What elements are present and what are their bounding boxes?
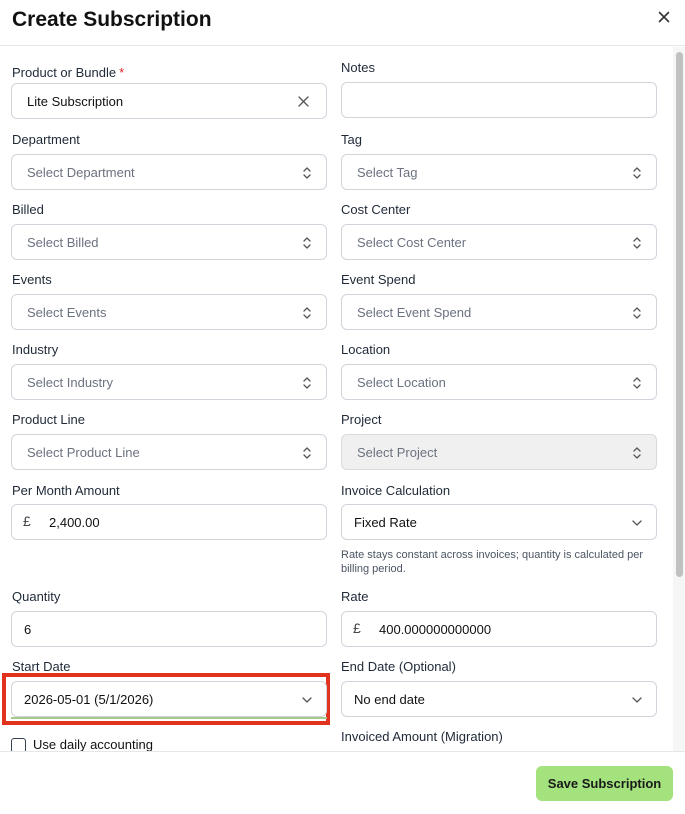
billed-placeholder: Select Billed bbox=[27, 235, 99, 250]
daily-accounting-label: Use daily accounting bbox=[33, 737, 153, 752]
tag-placeholder: Select Tag bbox=[357, 165, 418, 180]
chevron-down-icon bbox=[302, 697, 312, 703]
department-placeholder: Select Department bbox=[27, 165, 135, 180]
focus-underline bbox=[11, 717, 327, 719]
location-label: Location bbox=[341, 342, 391, 357]
required-mark: * bbox=[119, 65, 125, 80]
dialog-header: Create Subscription bbox=[0, 0, 685, 46]
invoice-calculation-hint: Rate stays constant across invoices; qua… bbox=[341, 549, 644, 575]
rate-label: Rate bbox=[341, 589, 369, 604]
product-select[interactable]: Lite Subscription bbox=[11, 83, 327, 119]
chevron-down-icon bbox=[632, 520, 642, 526]
updown-chevron-icon bbox=[303, 237, 311, 249]
location-select[interactable]: Select Location bbox=[341, 364, 657, 400]
event-spend-select[interactable]: Select Event Spend bbox=[341, 294, 657, 330]
cost-center-label: Cost Center bbox=[341, 202, 411, 217]
billed-label: Billed bbox=[12, 202, 44, 217]
location-placeholder: Select Location bbox=[357, 375, 446, 390]
billed-select[interactable]: Select Billed bbox=[11, 224, 327, 260]
updown-chevron-icon bbox=[633, 307, 641, 319]
clear-icon[interactable] bbox=[298, 96, 309, 107]
dialog-title: Create Subscription bbox=[12, 8, 212, 31]
updown-chevron-icon bbox=[303, 447, 311, 459]
invoiced-amount-label: Invoiced Amount (Migration) bbox=[341, 729, 503, 744]
updown-chevron-icon bbox=[633, 237, 641, 249]
industry-label: Industry bbox=[12, 342, 59, 357]
per-month-amount-value: 2,400.00 bbox=[49, 515, 100, 530]
per-month-amount-label: Per Month Amount bbox=[12, 483, 120, 498]
currency-symbol: £ bbox=[353, 620, 361, 636]
close-icon[interactable] bbox=[656, 9, 672, 25]
chevron-down-icon bbox=[632, 697, 642, 703]
updown-chevron-icon bbox=[303, 307, 311, 319]
industry-select[interactable]: Select Industry bbox=[11, 364, 327, 400]
quantity-value: 6 bbox=[24, 622, 32, 637]
event-spend-label: Event Spend bbox=[341, 272, 416, 287]
rate-input[interactable]: £ 400.000000000000 bbox=[341, 611, 657, 647]
start-date-value: 2026-05-01 (5/1/2026) bbox=[24, 692, 154, 707]
notes-label: Notes bbox=[341, 60, 375, 75]
currency-symbol: £ bbox=[23, 513, 31, 529]
tag-label: Tag bbox=[341, 132, 362, 147]
updown-chevron-icon bbox=[633, 167, 641, 179]
cost-center-placeholder: Select Cost Center bbox=[357, 235, 467, 250]
event-spend-placeholder: Select Event Spend bbox=[357, 305, 472, 320]
end-date-label: End Date (Optional) bbox=[341, 659, 456, 674]
updown-chevron-icon bbox=[303, 167, 311, 179]
save-subscription-button[interactable]: Save Subscription bbox=[536, 766, 673, 801]
per-month-amount-input[interactable]: £ 2,400.00 bbox=[11, 504, 327, 540]
events-label: Events bbox=[12, 272, 52, 287]
quantity-label: Quantity bbox=[12, 589, 61, 604]
events-select[interactable]: Select Events bbox=[11, 294, 327, 330]
project-label: Project bbox=[341, 412, 382, 427]
industry-placeholder: Select Industry bbox=[27, 375, 113, 390]
updown-chevron-icon bbox=[633, 377, 641, 389]
scrollbar-thumb[interactable] bbox=[676, 52, 683, 577]
product-label: Product or Bundle * bbox=[12, 65, 125, 80]
invoice-calculation-select[interactable]: Fixed Rate bbox=[341, 504, 657, 540]
start-date-select[interactable]: 2026-05-01 (5/1/2026) bbox=[11, 681, 327, 717]
product-line-label: Product Line bbox=[12, 412, 85, 427]
department-select[interactable]: Select Department bbox=[11, 154, 327, 190]
tag-select[interactable]: Select Tag bbox=[341, 154, 657, 190]
notes-input[interactable] bbox=[341, 82, 657, 118]
invoice-calculation-value: Fixed Rate bbox=[354, 515, 417, 530]
product-value: Lite Subscription bbox=[27, 94, 124, 109]
product-line-placeholder: Select Product Line bbox=[27, 445, 140, 460]
rate-value: 400.000000000000 bbox=[379, 622, 492, 637]
project-placeholder: Select Project bbox=[357, 445, 438, 460]
end-date-select[interactable]: No end date bbox=[341, 681, 657, 717]
product-line-select[interactable]: Select Product Line bbox=[11, 434, 327, 470]
invoice-calculation-label: Invoice Calculation bbox=[341, 483, 451, 498]
project-select: Select Project bbox=[341, 434, 657, 470]
quantity-input[interactable]: 6 bbox=[11, 611, 327, 647]
end-date-value: No end date bbox=[354, 692, 425, 707]
department-label: Department bbox=[12, 132, 80, 147]
updown-chevron-icon bbox=[633, 447, 641, 459]
cost-center-select[interactable]: Select Cost Center bbox=[341, 224, 657, 260]
updown-chevron-icon bbox=[303, 377, 311, 389]
events-placeholder: Select Events bbox=[27, 305, 107, 320]
